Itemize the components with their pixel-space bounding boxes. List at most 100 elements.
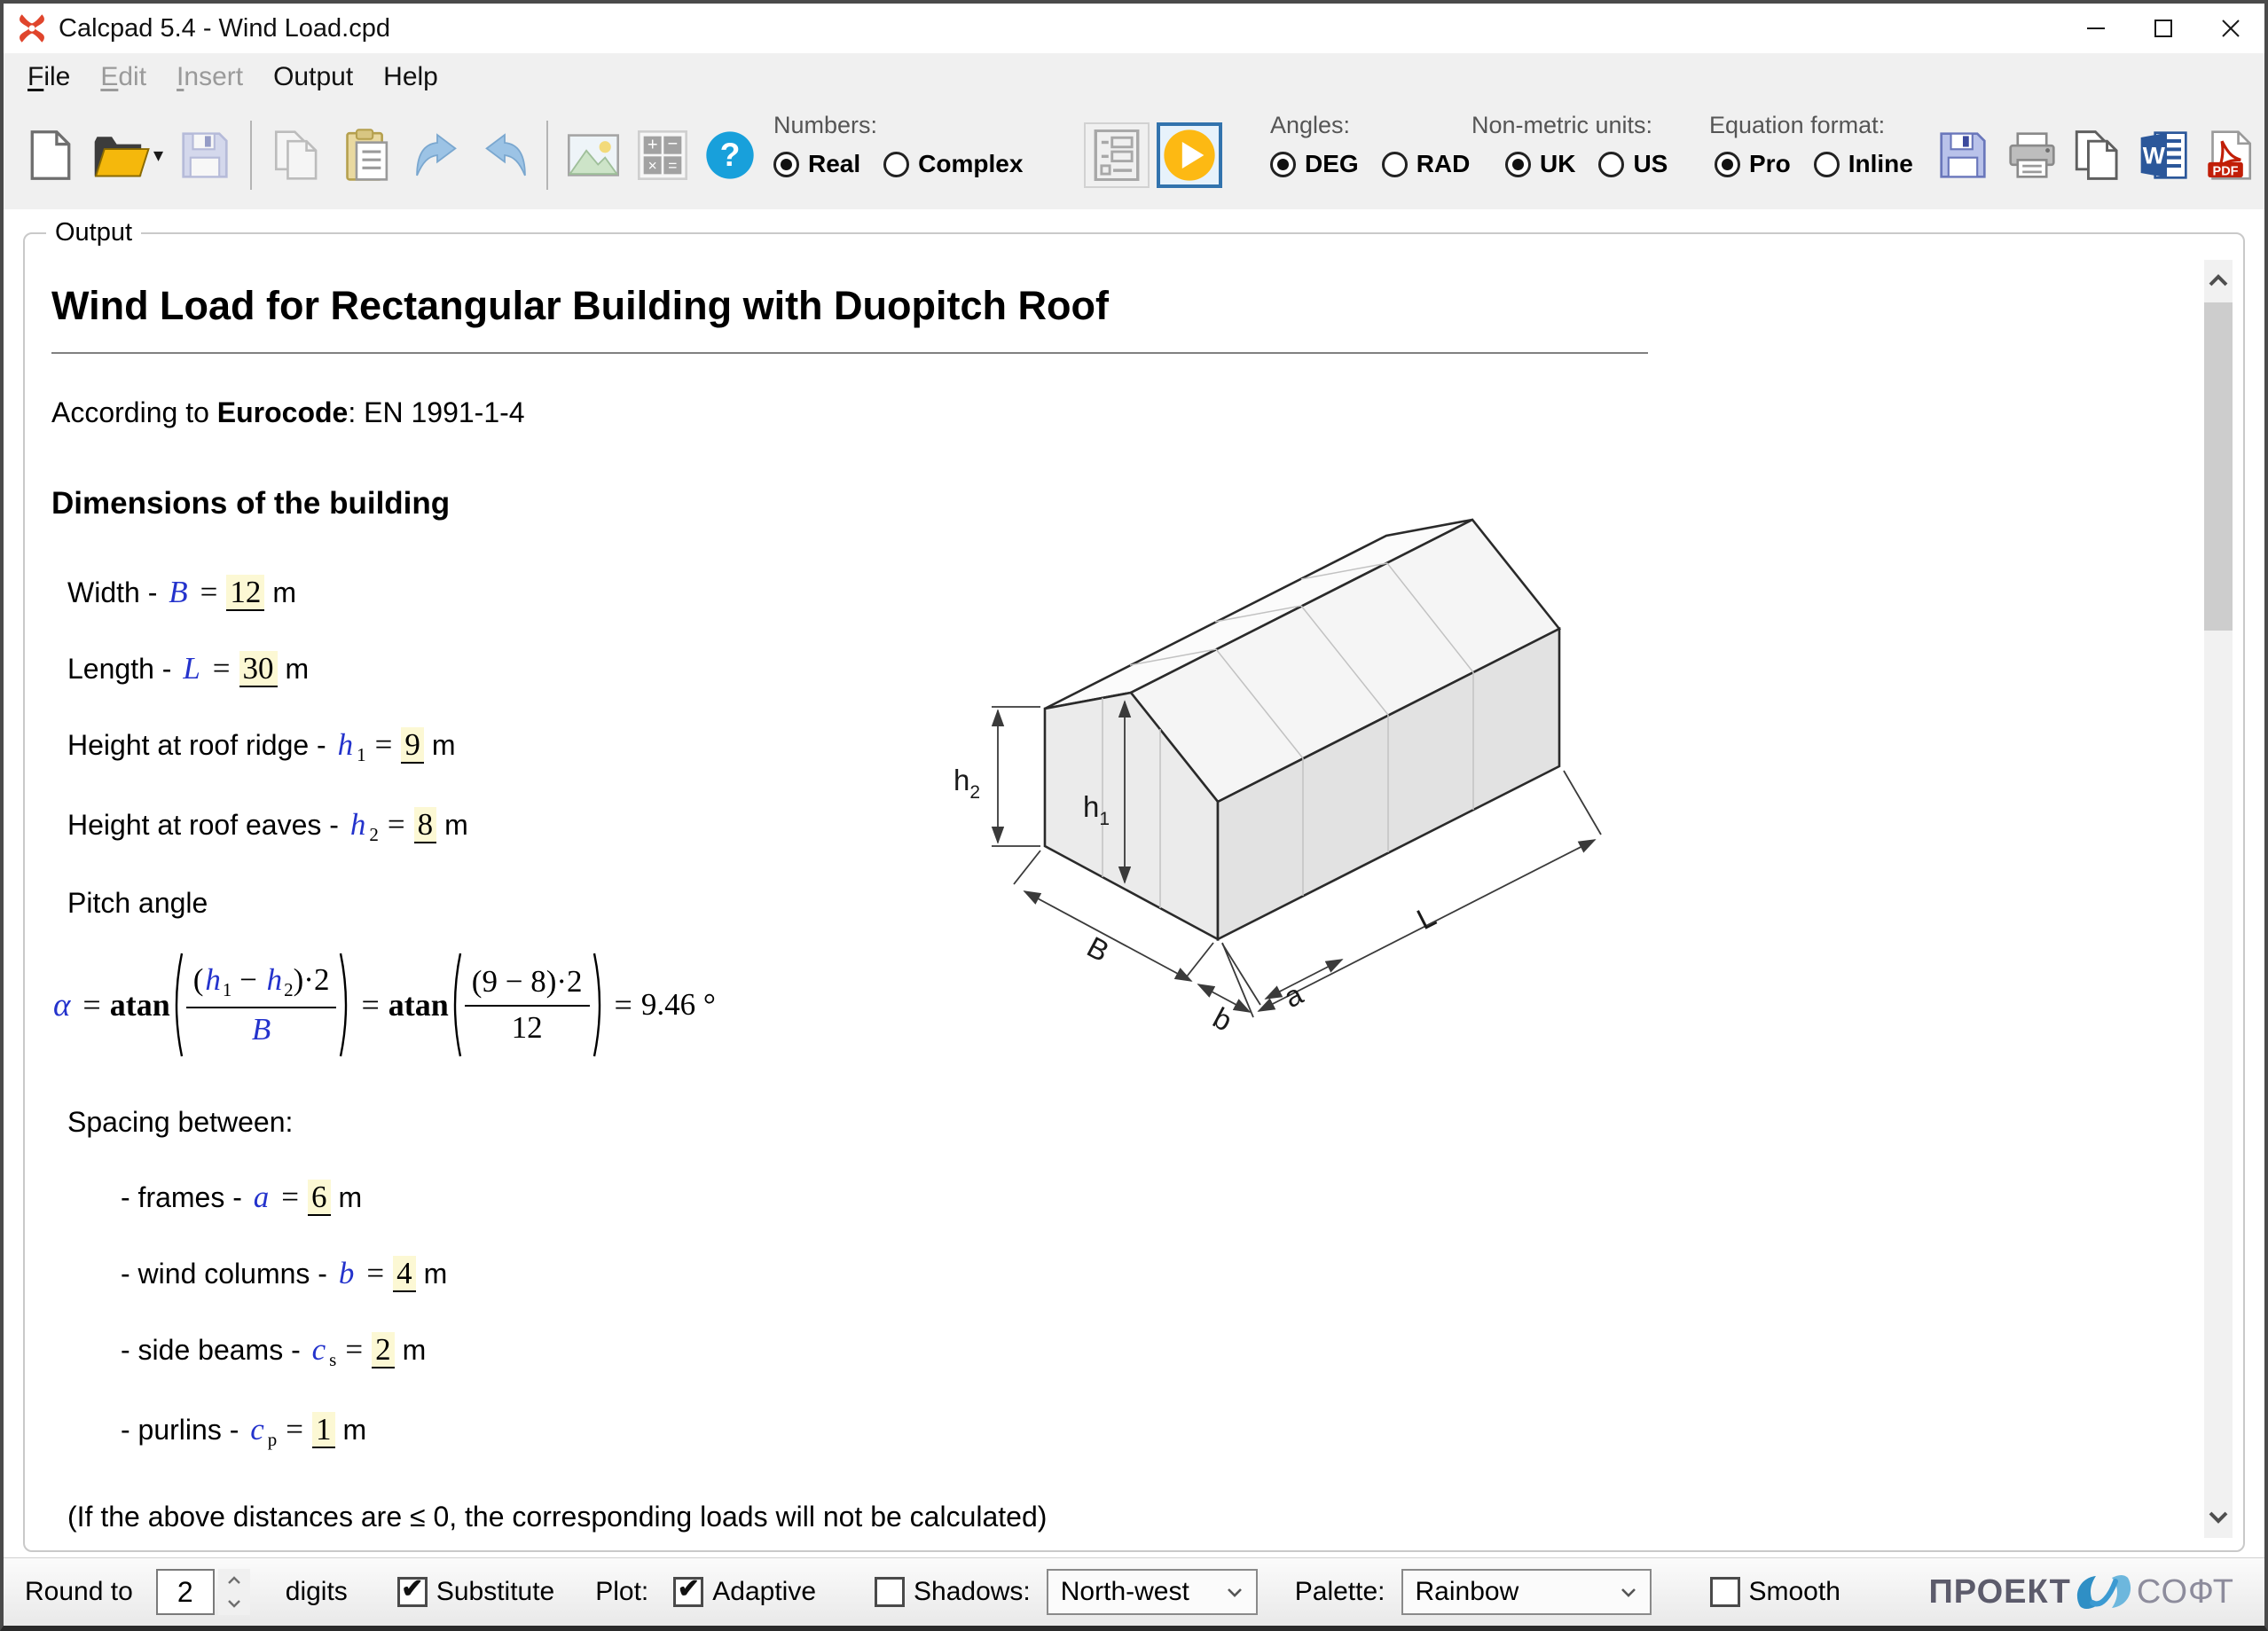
radio-us[interactable]: US: [1598, 150, 1668, 178]
format-group: Equation format: Pro Inline: [1709, 112, 1913, 178]
copy-output-button[interactable]: [2070, 126, 2125, 184]
wind-columns-line: - wind columns - b=4m: [121, 1256, 2193, 1291]
save-button[interactable]: [177, 126, 232, 184]
adaptive-label: Adaptive: [712, 1577, 816, 1607]
radio-dot: [1814, 152, 1840, 177]
radio-rad[interactable]: RAD: [1382, 150, 1471, 178]
status-bar: Round to digits ✔ Substitute Plot: ✔ Ada…: [4, 1557, 2264, 1626]
toolbar-separator: [546, 121, 548, 190]
print-button[interactable]: [2005, 126, 2060, 184]
vertical-scrollbar[interactable]: [2204, 260, 2233, 1538]
export-pdf-button[interactable]: PDF: [2201, 126, 2256, 184]
round-to-spinner[interactable]: [218, 1569, 250, 1615]
svg-text:?: ?: [720, 136, 741, 173]
open-paren-glyph: [449, 950, 463, 1060]
radio-inline[interactable]: Inline: [1814, 150, 1913, 178]
radio-real[interactable]: Real: [773, 150, 860, 178]
chevron-down-icon: [1620, 1587, 1637, 1597]
save-output-button[interactable]: [1935, 126, 1990, 184]
print-icon: [2008, 131, 2056, 179]
shadows-label: Shadows:: [914, 1577, 1031, 1607]
dim-h2-label: h2: [954, 764, 980, 803]
spinner-up-icon: [227, 1576, 241, 1585]
menu-insert-rest: nsert: [184, 62, 243, 91]
format-label: Equation format:: [1709, 112, 1913, 139]
svg-text:=: =: [668, 156, 677, 174]
help-button[interactable]: ?: [702, 126, 757, 184]
radio-deg[interactable]: DEG: [1270, 150, 1359, 178]
dim-b-label: b: [1208, 1001, 1238, 1037]
smooth-label: Smooth: [1749, 1577, 1840, 1607]
radio-dot: [883, 152, 909, 177]
copy-button[interactable]: [270, 126, 325, 184]
undo-button[interactable]: [410, 126, 465, 184]
check-icon: ✔: [678, 1576, 700, 1603]
menu-file-rest: ile: [43, 62, 70, 91]
radio-dot: [1598, 152, 1624, 177]
maximize-button[interactable]: [2130, 4, 2197, 53]
open-file-button[interactable]: [90, 126, 165, 184]
building-diagram: h2 h1 B b a L: [899, 469, 1608, 1037]
toolbar-separator: [250, 121, 252, 190]
chevron-up-icon: [2208, 274, 2229, 286]
round-to-input[interactable]: [156, 1569, 215, 1615]
export-word-button[interactable]: W: [2136, 126, 2191, 184]
word-icon: W: [2139, 130, 2188, 180]
purlins-line: - purlins - cp=1m: [121, 1412, 2193, 1451]
new-file-button[interactable]: [23, 126, 78, 184]
scroll-up-button[interactable]: [2204, 260, 2233, 301]
round-to-label: Round to: [25, 1577, 133, 1607]
radio-dot: [1270, 152, 1296, 177]
palette-select[interactable]: Rainbow: [1401, 1569, 1652, 1615]
smooth-checkbox[interactable]: ✔: [1710, 1577, 1740, 1607]
radio-uk[interactable]: UK: [1505, 150, 1575, 178]
calculator-button[interactable]: + − × =: [635, 126, 690, 184]
menu-output[interactable]: Output: [258, 57, 368, 98]
digits-label: digits: [286, 1577, 348, 1607]
input-form-button[interactable]: [1084, 122, 1150, 188]
frames-line: - frames - a=6m: [121, 1180, 2193, 1215]
shadows-checkbox[interactable]: ✔: [875, 1577, 905, 1607]
chevron-down-icon: [2208, 1511, 2229, 1524]
adaptive-checkbox[interactable]: ✔: [673, 1577, 703, 1607]
dim-B-label: B: [1082, 930, 1115, 968]
radio-complex[interactable]: Complex: [883, 150, 1023, 178]
radio-dot: [1505, 152, 1531, 177]
run-calculation-button[interactable]: [1157, 122, 1222, 188]
spacing-heading: Spacing between:: [67, 1106, 2193, 1139]
note-line: (If the above distances are ≤ 0, the cor…: [67, 1501, 2193, 1533]
insert-image-button[interactable]: [566, 126, 621, 184]
radio-pro[interactable]: Pro: [1715, 150, 1791, 178]
shadows-direction-select[interactable]: North-west: [1047, 1569, 1258, 1615]
save-output-icon: [1939, 131, 1987, 179]
menu-insert: Insert: [161, 57, 258, 98]
menu-bar: File Edit Insert Output Help: [4, 53, 2264, 101]
menu-file[interactable]: File: [12, 57, 85, 98]
redo-button[interactable]: [477, 126, 532, 184]
close-button[interactable]: [2197, 4, 2264, 53]
menu-edit-rest: dit: [118, 62, 146, 91]
output-document: Wind Load for Rectangular Building with …: [25, 247, 2193, 1550]
menu-help[interactable]: Help: [368, 57, 453, 98]
symbolic-fraction: (h1 − h2)·2 B: [186, 962, 337, 1047]
window-title: Calcpad 5.4 - Wind Load.cpd: [59, 14, 390, 43]
menu-edit: Edit: [85, 57, 161, 98]
numbers-label: Numbers:: [773, 112, 1023, 139]
numeric-fraction: (9 − 8)·2 12: [465, 964, 590, 1046]
save-icon: [181, 131, 229, 179]
help-icon: ?: [705, 130, 755, 180]
proektsoft-swirl-icon: [2071, 1567, 2137, 1617]
paste-button[interactable]: [341, 126, 396, 184]
minimize-button[interactable]: [2062, 4, 2130, 53]
scroll-down-button[interactable]: [2204, 1497, 2233, 1538]
chevron-down-icon: [1226, 1587, 1244, 1597]
units-group: Non-metric units: UK US: [1471, 112, 1668, 178]
scrollbar-thumb[interactable]: [2204, 302, 2233, 631]
radio-dot: [773, 152, 799, 177]
page-title: Wind Load for Rectangular Building with …: [51, 283, 2193, 329]
paste-icon: [344, 129, 392, 182]
substitute-checkbox[interactable]: ✔: [397, 1577, 428, 1607]
svg-text:PDF: PDF: [2213, 164, 2239, 178]
copy-output-icon: [2074, 129, 2122, 181]
svg-text:+: +: [647, 136, 658, 155]
